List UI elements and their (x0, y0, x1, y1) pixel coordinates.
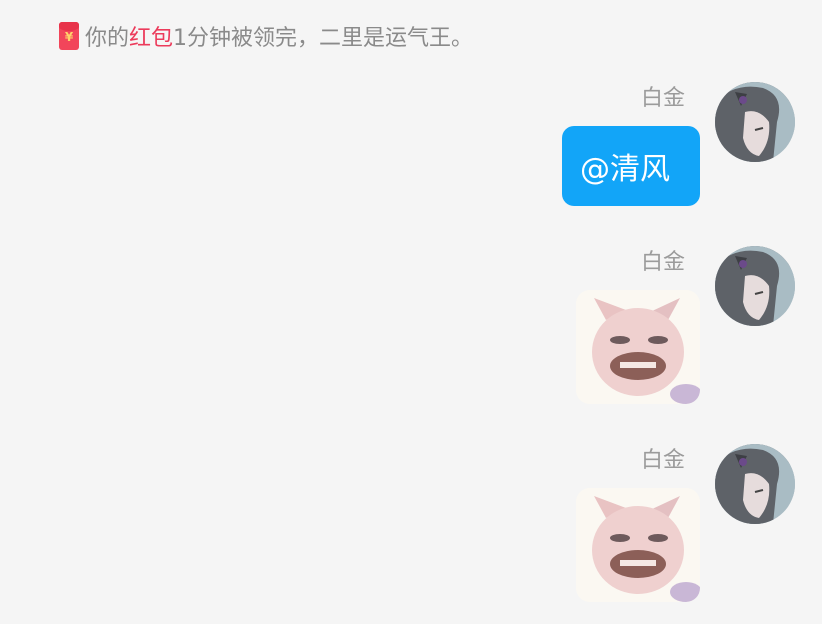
cat-face-sticker-icon (576, 290, 700, 404)
notice-suffix: 1分钟被领完，二里是运气王。 (173, 26, 474, 51)
sticker-image[interactable] (576, 488, 700, 602)
sender-name: 白金 (640, 250, 685, 275)
anime-girl-avatar-icon (715, 82, 795, 162)
cat-face-sticker-icon (576, 488, 700, 602)
sender-name: 白金 (640, 86, 685, 111)
avatar[interactable] (715, 82, 795, 162)
notice-prefix: 你的 (85, 26, 130, 51)
sticker-image[interactable] (576, 290, 700, 404)
avatar[interactable] (715, 246, 795, 326)
avatar[interactable] (715, 444, 795, 524)
anime-girl-avatar-icon (715, 444, 795, 524)
red-packet-icon: ¥ (59, 22, 79, 50)
sender-name: 白金 (640, 448, 685, 473)
anime-girl-avatar-icon (715, 246, 795, 326)
red-packet-link[interactable]: 红包 (129, 20, 173, 52)
message-bubble[interactable]: @清风 (562, 126, 700, 206)
system-notice: ¥ 你的 红包 1分钟被领完，二里是运气王。 (59, 20, 473, 52)
